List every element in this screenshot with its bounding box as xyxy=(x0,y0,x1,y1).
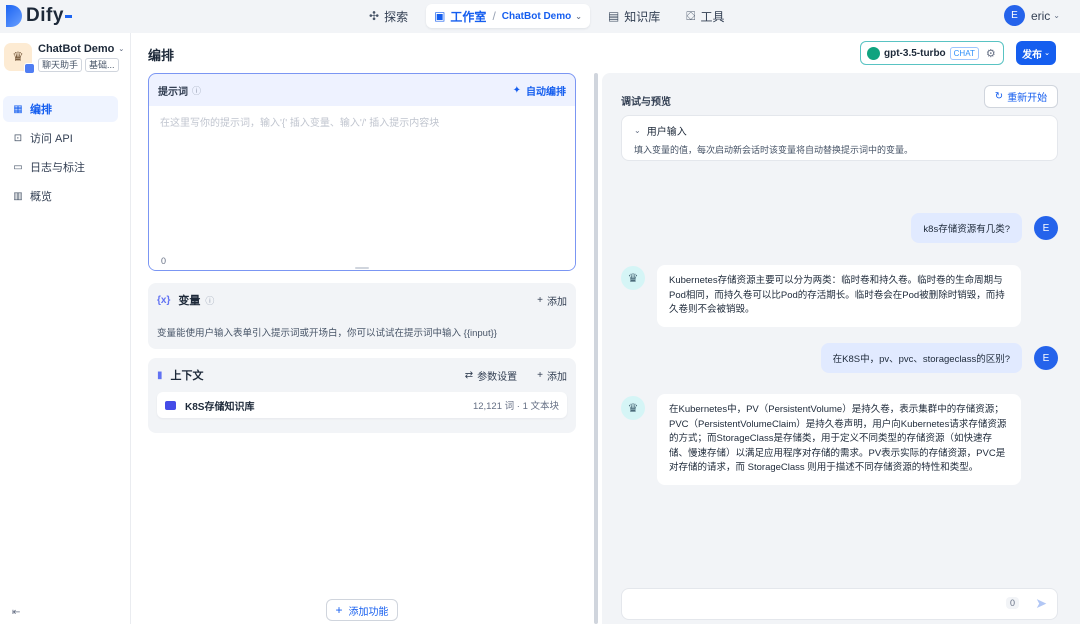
terminal-icon: ⊡ xyxy=(13,132,23,144)
chevron-down-icon: ⌄ xyxy=(1044,50,1050,57)
side-menu: ▦ 编排 ⊡ 访问 API ▭ 日志与标注 ▥ 概览 xyxy=(3,96,118,212)
plus-icon: + xyxy=(537,369,543,381)
auto-orchestrate-button[interactable]: ✦ 自动编排 xyxy=(513,83,566,98)
sparkle-icon: ✦ xyxy=(512,84,521,96)
chevron-down-icon: ⌄ xyxy=(575,11,582,21)
add-variable-button[interactable]: + 添加 xyxy=(537,293,567,308)
dify-logo[interactable]: Dify xyxy=(6,5,72,27)
sidebar: ♛ ChatBot Demo ⌄ 聊天助手 基础... ▦ 编排 ⊡ 访问 API… xyxy=(0,33,131,624)
top-bar: Dify ✣ 探索 ▣ 工作室 / ChatBot Demo ⌄ ▤ 知识库 ⛋… xyxy=(0,0,1080,33)
app-selector[interactable]: ♛ ChatBot Demo ⌄ 聊天助手 基础... xyxy=(4,43,125,74)
app-tag: 基础... xyxy=(85,58,119,72)
page-title: 编排 xyxy=(148,48,175,63)
prompt-title: 提示词 xyxy=(158,86,188,98)
sidebar-item-logs[interactable]: ▭ 日志与标注 xyxy=(3,154,118,180)
help-icon[interactable]: ⓘ xyxy=(192,84,201,97)
variable-icon: {x} xyxy=(157,294,171,306)
avatar: E xyxy=(1034,346,1058,370)
avatar: E xyxy=(1003,5,1025,26)
bot-message: Kubernetes存储资源主要可以分为两类：临时卷和持久卷。临时卷的生命周期与… xyxy=(657,265,1021,327)
user-input-panel[interactable]: ⌄ 用户输入 填入变量的值，每次启动新会话时该变量将自动替换提示词中的变量。 xyxy=(621,115,1058,161)
document-icon: ▮ xyxy=(157,369,163,381)
variables-section: {x} 变量 ⓘ + 添加 变量能使用户输入表单引入提示词或开场白，你可以试试在… xyxy=(148,283,576,349)
chevron-down-icon: ⌄ xyxy=(1053,11,1060,20)
prompt-editor: 提示词 ⓘ ✦ 自动编排 在这里写你的提示词，输入'{' 插入变量、输入'/' … xyxy=(148,73,576,271)
variables-title: 变量 xyxy=(178,295,201,307)
user-message: k8s存储资源有几类? E xyxy=(911,213,1058,243)
nav-tools[interactable]: ⛋ 工具 xyxy=(682,4,728,28)
model-mode-badge: CHAT xyxy=(949,46,979,60)
sidebar-item-orchestrate[interactable]: ▦ 编排 xyxy=(3,96,118,122)
publish-button[interactable]: 发布 ⌄ xyxy=(1016,41,1056,65)
sidebar-item-api[interactable]: ⊡ 访问 API xyxy=(3,125,118,151)
bot-avatar-icon: ♛ xyxy=(621,266,645,290)
chat-input[interactable]: 0 ➤ xyxy=(621,588,1058,620)
robot-icon: ▣ xyxy=(434,9,446,23)
avatar: E xyxy=(1034,216,1058,240)
chevron-down-icon: ⌄ xyxy=(634,126,641,135)
model-name: gpt-3.5-turbo xyxy=(884,47,946,59)
user-input-title: 用户输入 xyxy=(646,127,687,138)
knowledge-base-item[interactable]: K8S存储知识库 12,121 词 · 1 文本块 xyxy=(157,392,567,418)
debug-title: 调试与预览 xyxy=(621,97,671,108)
user-bubble: 在K8S中，pv、pvc、storageclass的区别? xyxy=(820,343,1022,373)
variables-description: 变量能使用户输入表单引入提示词或开场白，你可以试试在提示词中输入 {{input… xyxy=(157,328,497,339)
nav-studio[interactable]: ▣ 工作室 / ChatBot Demo ⌄ xyxy=(426,4,590,28)
sidebar-item-overview[interactable]: ▥ 概览 xyxy=(3,183,118,209)
book-icon: ▤ xyxy=(607,9,620,23)
bot-message: 在Kubernetes中，PV（PersistentVolume）是持久卷，表示… xyxy=(657,394,1021,485)
logo-mark xyxy=(6,5,22,27)
toolbox-icon: ⛋ xyxy=(686,8,696,23)
compass-icon: ✣ xyxy=(369,9,380,23)
context-section: ▮ 上下文 ⇄ 参数设置 + 添加 K8S存储知识库 12,121 词 · 1 … xyxy=(148,358,576,433)
debug-preview-panel: 调试与预览 ↻ 重新开始 ⌄ 用户输入 填入变量的值，每次启动新会话时该变量将自… xyxy=(602,73,1080,624)
collapse-sidebar-icon[interactable]: ⇤ xyxy=(12,607,20,618)
send-icon[interactable]: ➤ xyxy=(1035,595,1047,612)
plus-icon: + xyxy=(537,294,543,306)
plus-icon: + xyxy=(335,603,343,617)
user-input-desc: 填入变量的值，每次启动新会话时该变量将自动替换提示词中的变量。 xyxy=(634,145,914,155)
chart-icon: ▥ xyxy=(13,190,23,202)
refresh-icon: ↻ xyxy=(994,91,1004,102)
prompt-textarea[interactable]: 在这里写你的提示词，输入'{' 插入变量、输入'/' 插入提示内容块 0 xyxy=(149,106,575,270)
chat-char-count: 0 xyxy=(1005,597,1019,609)
orchestrate-icon: ▦ xyxy=(13,103,23,115)
user-menu[interactable]: E eric ⌄ xyxy=(1003,5,1060,26)
panel-resizer[interactable] xyxy=(594,73,598,624)
user-name: eric xyxy=(1030,8,1051,23)
nav-explore[interactable]: ✣ 探索 xyxy=(365,4,412,28)
kb-info: 12,121 词 · 1 文本块 xyxy=(472,401,559,412)
folder-icon xyxy=(165,400,176,410)
openai-icon xyxy=(867,46,880,60)
user-bubble: k8s存储资源有几类? xyxy=(911,213,1022,243)
add-feature-button[interactable]: + 添加功能 xyxy=(326,599,398,621)
app-tag: 聊天助手 xyxy=(38,58,83,72)
prompt-placeholder: 在这里写你的提示词，输入'{' 插入变量、输入'/' 插入提示内容块 xyxy=(160,118,440,129)
nav-knowledge[interactable]: ▤ 知识库 xyxy=(604,4,664,28)
param-settings-button[interactable]: ⇄ 参数设置 xyxy=(465,368,517,383)
app-icon: ♛ xyxy=(4,43,35,74)
chevron-down-icon: ⌄ xyxy=(118,46,125,53)
app-name: ChatBot Demo xyxy=(38,43,115,55)
chat-badge-icon xyxy=(24,63,35,74)
resize-handle[interactable] xyxy=(355,267,369,269)
prompt-char-count: 0 xyxy=(161,256,167,266)
add-context-button[interactable]: + 添加 xyxy=(537,368,567,383)
restart-button[interactable]: ↻ 重新开始 xyxy=(984,85,1058,108)
kb-name: K8S存储知识库 xyxy=(185,401,255,413)
model-selector[interactable]: gpt-3.5-turbo CHAT ⚙ xyxy=(860,41,1004,65)
help-icon[interactable]: ⓘ xyxy=(205,294,214,307)
log-icon: ▭ xyxy=(13,161,23,173)
context-title: 上下文 xyxy=(170,370,204,382)
nav-app-select[interactable]: ChatBot Demo xyxy=(502,11,571,22)
main-nav: ✣ 探索 ▣ 工作室 / ChatBot Demo ⌄ ▤ 知识库 ⛋ 工具 xyxy=(365,4,728,28)
settings-sliders-icon: ⚙ xyxy=(985,47,996,60)
logo-text: Dify xyxy=(26,5,64,26)
user-message: 在K8S中，pv、pvc、storageclass的区别? E xyxy=(820,343,1058,373)
bot-avatar-icon: ♛ xyxy=(621,396,645,420)
swap-icon: ⇄ xyxy=(464,369,474,381)
main-panel: 编排 gpt-3.5-turbo CHAT ⚙ 发布 ⌄ 提示词 ⓘ ✦ 自动编排… xyxy=(131,33,1080,624)
